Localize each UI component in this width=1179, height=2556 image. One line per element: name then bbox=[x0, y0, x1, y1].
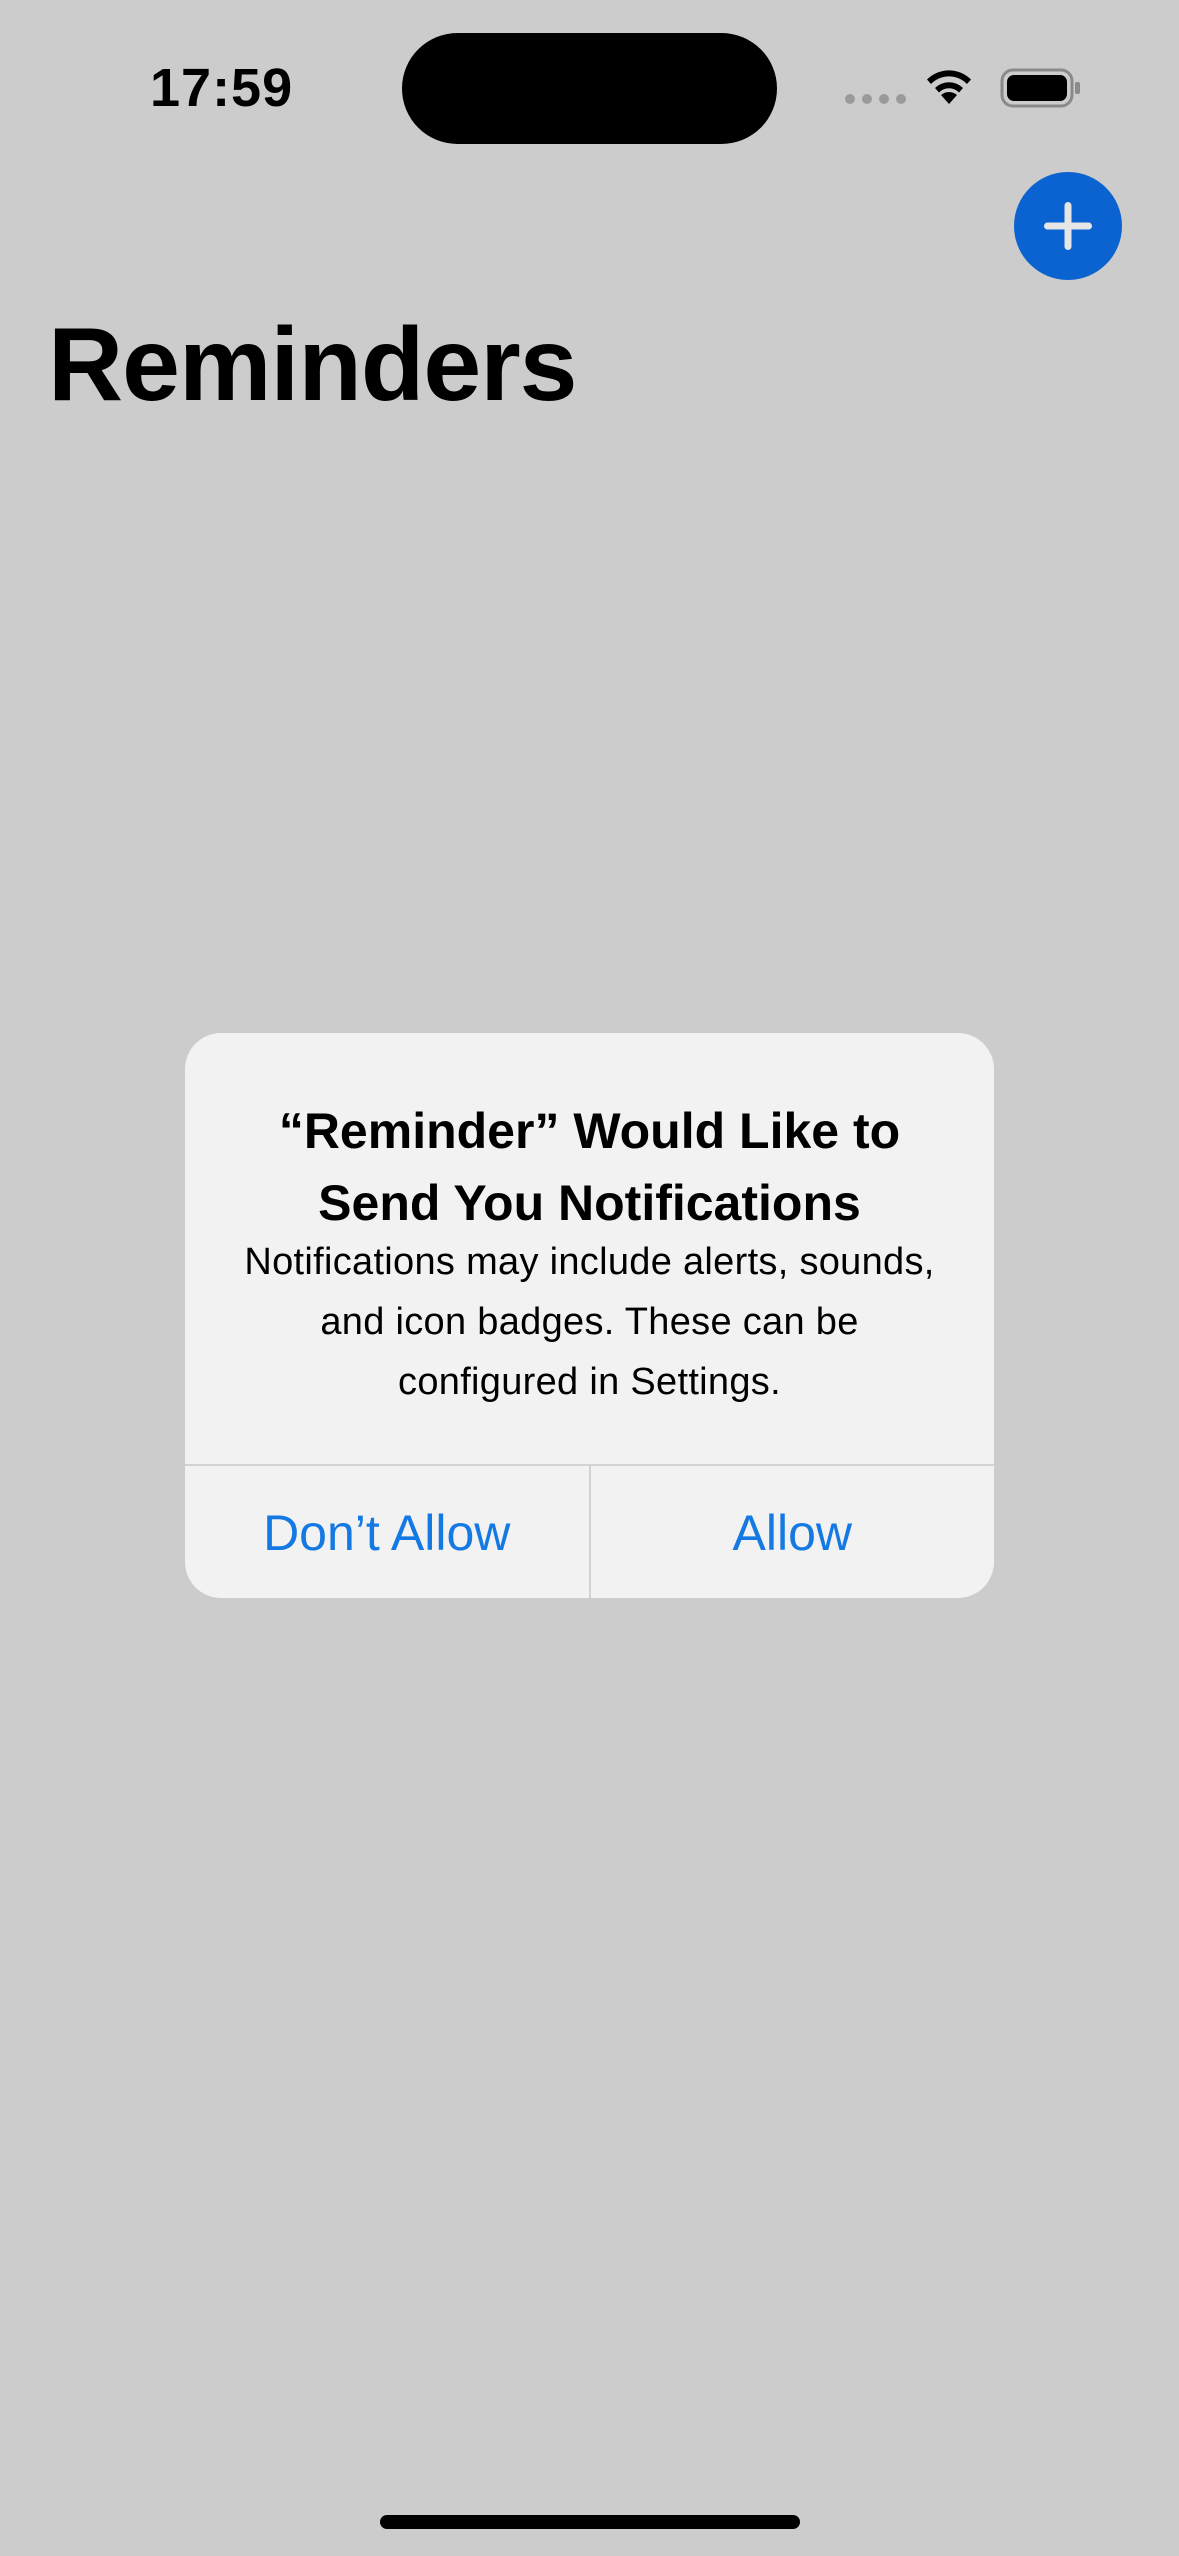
home-indicator[interactable] bbox=[380, 2515, 800, 2529]
notification-permission-alert: “Reminder” Would Like to Send You Notifi… bbox=[185, 1033, 994, 1598]
battery-icon bbox=[1000, 68, 1080, 108]
add-reminder-button[interactable] bbox=[1014, 172, 1122, 280]
signal-dots-icon bbox=[845, 94, 906, 104]
alert-title: “Reminder” Would Like to Send You Notifi… bbox=[278, 1103, 901, 1231]
dynamic-island bbox=[402, 33, 777, 144]
dont-allow-button[interactable]: Don’t Allow bbox=[185, 1466, 589, 1598]
page-title: Reminders bbox=[48, 307, 578, 423]
status-time: 17:59 bbox=[150, 58, 294, 118]
wifi-icon bbox=[927, 70, 971, 104]
plus-icon bbox=[1044, 202, 1092, 250]
alert-actions: Don’t Allow Allow bbox=[185, 1464, 994, 1598]
alert-message: Notifications may include alerts, sounds… bbox=[244, 1241, 935, 1403]
allow-button[interactable]: Allow bbox=[591, 1466, 995, 1598]
